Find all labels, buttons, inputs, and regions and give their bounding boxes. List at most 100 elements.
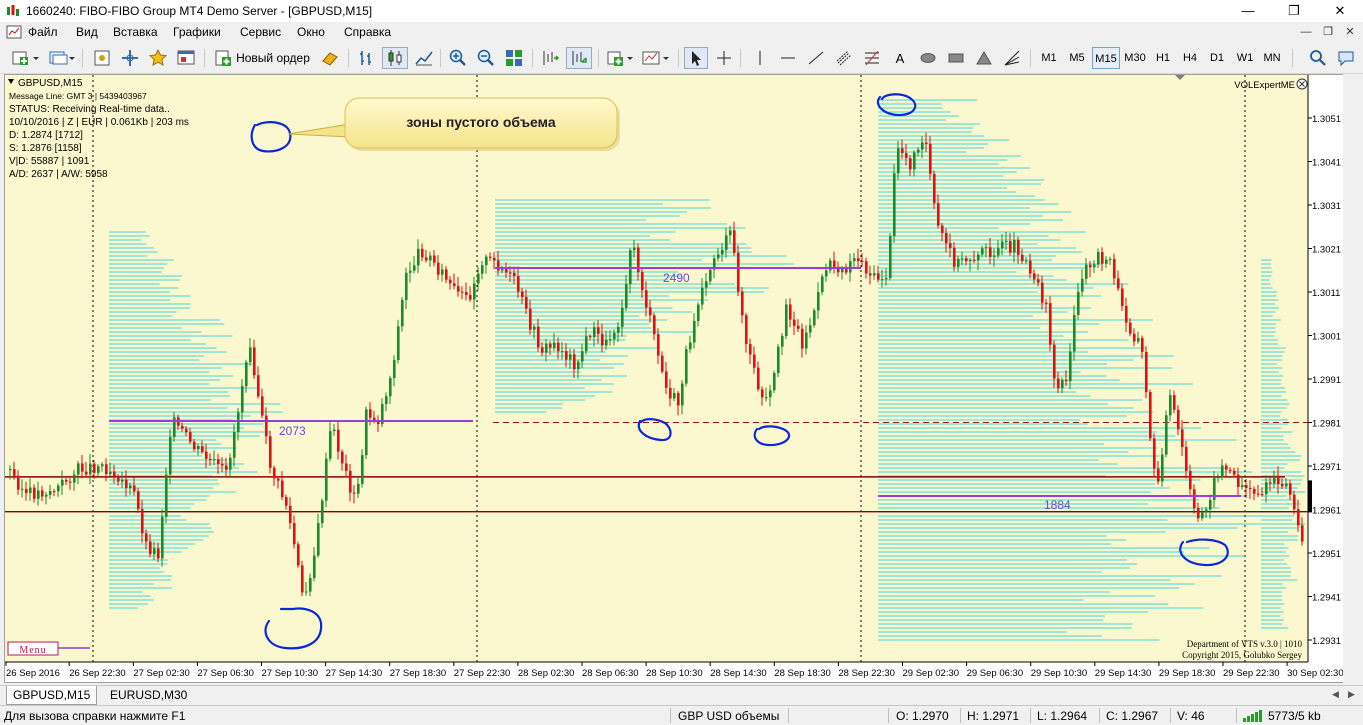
tabs-scroll-right-icon[interactable]: ▶ xyxy=(1348,689,1355,700)
auto-scroll-button[interactable] xyxy=(566,47,592,69)
search-icon xyxy=(1310,50,1326,66)
chart-shift-button[interactable] xyxy=(538,47,562,69)
timeframe-h1-button[interactable]: H1 xyxy=(1150,47,1176,69)
trendline-button[interactable] xyxy=(804,47,828,69)
new-chart-button[interactable] xyxy=(8,47,44,69)
bear-candle xyxy=(929,143,932,174)
timeframe-m30-button[interactable]: M30 xyxy=(1122,47,1148,69)
connection-bars-icon[interactable] xyxy=(1242,709,1266,723)
timeframe-h4-button[interactable]: H4 xyxy=(1177,47,1203,69)
bear-candle xyxy=(653,315,656,335)
bull-candle xyxy=(821,276,824,293)
tile-windows-button[interactable] xyxy=(502,47,526,69)
bull-candle xyxy=(697,304,700,322)
price-tick-label: 1.3001 xyxy=(1312,332,1341,343)
triangle-tool-button[interactable] xyxy=(972,47,996,69)
navigator-button[interactable] xyxy=(146,47,170,69)
tabs-scroll-left-icon[interactable]: ◀ xyxy=(1332,689,1339,700)
bear-candle xyxy=(445,269,448,280)
profiles-button[interactable] xyxy=(46,47,78,69)
bar-chart-button[interactable] xyxy=(354,47,378,69)
timeframe-m1-button[interactable]: M1 xyxy=(1036,47,1062,69)
menu-window[interactable]: Окно xyxy=(297,25,325,39)
mdi-close-button[interactable]: ✕ xyxy=(1340,22,1360,42)
time-tick-label: 29 Sep 18:30 xyxy=(1159,668,1216,679)
fibonacci-button[interactable] xyxy=(860,47,884,69)
title-bar: 1660240: FIBO-FIBO Group MT4 Demo Server… xyxy=(0,0,1363,22)
bull-candle xyxy=(1201,511,1204,519)
market-watch-button[interactable] xyxy=(90,47,114,69)
bear-candle xyxy=(297,544,300,566)
bull-candle xyxy=(729,230,732,236)
close-button[interactable]: ✕ xyxy=(1317,0,1363,22)
menu-tools[interactable]: Сервис xyxy=(240,25,281,39)
indicators-button[interactable] xyxy=(604,47,636,69)
bull-candle xyxy=(881,279,884,281)
tab-eurusd-m30[interactable]: EURUSD,M30 xyxy=(104,686,193,704)
terminal-button[interactable] xyxy=(174,47,198,69)
crosshair-button[interactable] xyxy=(712,47,736,69)
mdi-minimize-button[interactable]: — xyxy=(1296,22,1316,42)
menu-view[interactable]: Вид xyxy=(76,25,98,39)
bear-candle xyxy=(505,269,508,273)
ellipse-tool-button[interactable] xyxy=(916,47,940,69)
minimize-button[interactable]: — xyxy=(1225,0,1271,22)
zoom-out-icon xyxy=(477,49,494,66)
line-chart-button[interactable] xyxy=(412,47,436,69)
menu-help[interactable]: Справка xyxy=(344,25,391,39)
zoom-in-icon xyxy=(449,49,466,66)
bear-candle xyxy=(105,464,108,475)
price-chart[interactable]: 1.3051 1.3041 1.3031 1.3021 1.3011 1.3001 1.29… xyxy=(5,75,1343,682)
bear-candle xyxy=(1113,259,1116,279)
menu-insert[interactable]: Вставка xyxy=(113,25,158,39)
bull-candle xyxy=(413,265,416,271)
templates-button[interactable] xyxy=(640,47,672,69)
bull-candle xyxy=(249,347,252,363)
candlestick-chart-button[interactable] xyxy=(382,47,408,69)
vertical-line-button[interactable] xyxy=(748,47,772,69)
bull-candle xyxy=(1069,351,1072,382)
time-tick-label: 29 Sep 10:30 xyxy=(1031,668,1088,679)
bull-candle xyxy=(305,591,308,593)
channel-button[interactable] xyxy=(832,47,856,69)
tab-gbpusd-m15[interactable]: GBPUSD,M15 xyxy=(6,686,98,705)
bear-candle xyxy=(1017,239,1020,255)
chart-window-icon[interactable] xyxy=(6,25,22,39)
crosshair-data-button[interactable] xyxy=(118,47,142,69)
indicator-close-icon[interactable] xyxy=(1296,78,1308,90)
horizontal-line-button[interactable] xyxy=(776,47,800,69)
status-help-text: Для вызова справки нажмите F1 xyxy=(4,709,186,723)
time-tick-label: 26 Sep 22:30 xyxy=(69,668,126,679)
bull-candle xyxy=(1109,259,1112,261)
timeframe-m5-button[interactable]: M5 xyxy=(1064,47,1090,69)
search-button[interactable] xyxy=(1306,47,1330,69)
bear-candle xyxy=(457,286,460,292)
bull-candle xyxy=(1285,483,1288,487)
bear-candle xyxy=(157,548,160,559)
timeframe-m15-button[interactable]: M15 xyxy=(1092,47,1120,69)
text-tool-button[interactable]: A xyxy=(888,47,912,69)
zoom-out-button[interactable] xyxy=(474,47,498,69)
cursor-button[interactable] xyxy=(684,47,708,69)
bull-candle xyxy=(233,432,236,458)
maximize-button[interactable]: ❐ xyxy=(1271,0,1317,22)
bull-candle xyxy=(805,332,808,349)
bull-candle xyxy=(1161,454,1164,482)
timeframe-w1-button[interactable]: W1 xyxy=(1232,47,1258,69)
bear-candle xyxy=(741,291,744,316)
menu-file[interactable]: Файл xyxy=(28,25,58,39)
autotrading-button[interactable] xyxy=(318,47,342,69)
new-order-button[interactable]: Новый ордер xyxy=(210,47,314,69)
bull-candle xyxy=(165,474,168,517)
timeframe-d1-button[interactable]: D1 xyxy=(1204,47,1230,69)
bear-candle xyxy=(753,354,756,368)
fibo-fan-button[interactable] xyxy=(1000,47,1024,69)
bear-candle xyxy=(253,347,256,376)
timeframe-mn-button[interactable]: MN xyxy=(1259,47,1285,69)
bull-candle xyxy=(1001,241,1004,249)
rectangle-tool-button[interactable] xyxy=(944,47,968,69)
zoom-in-button[interactable] xyxy=(446,47,470,69)
mdi-restore-button[interactable]: ❐ xyxy=(1318,22,1338,42)
community-button[interactable] xyxy=(1334,47,1358,69)
menu-charts[interactable]: Графики xyxy=(173,25,221,39)
